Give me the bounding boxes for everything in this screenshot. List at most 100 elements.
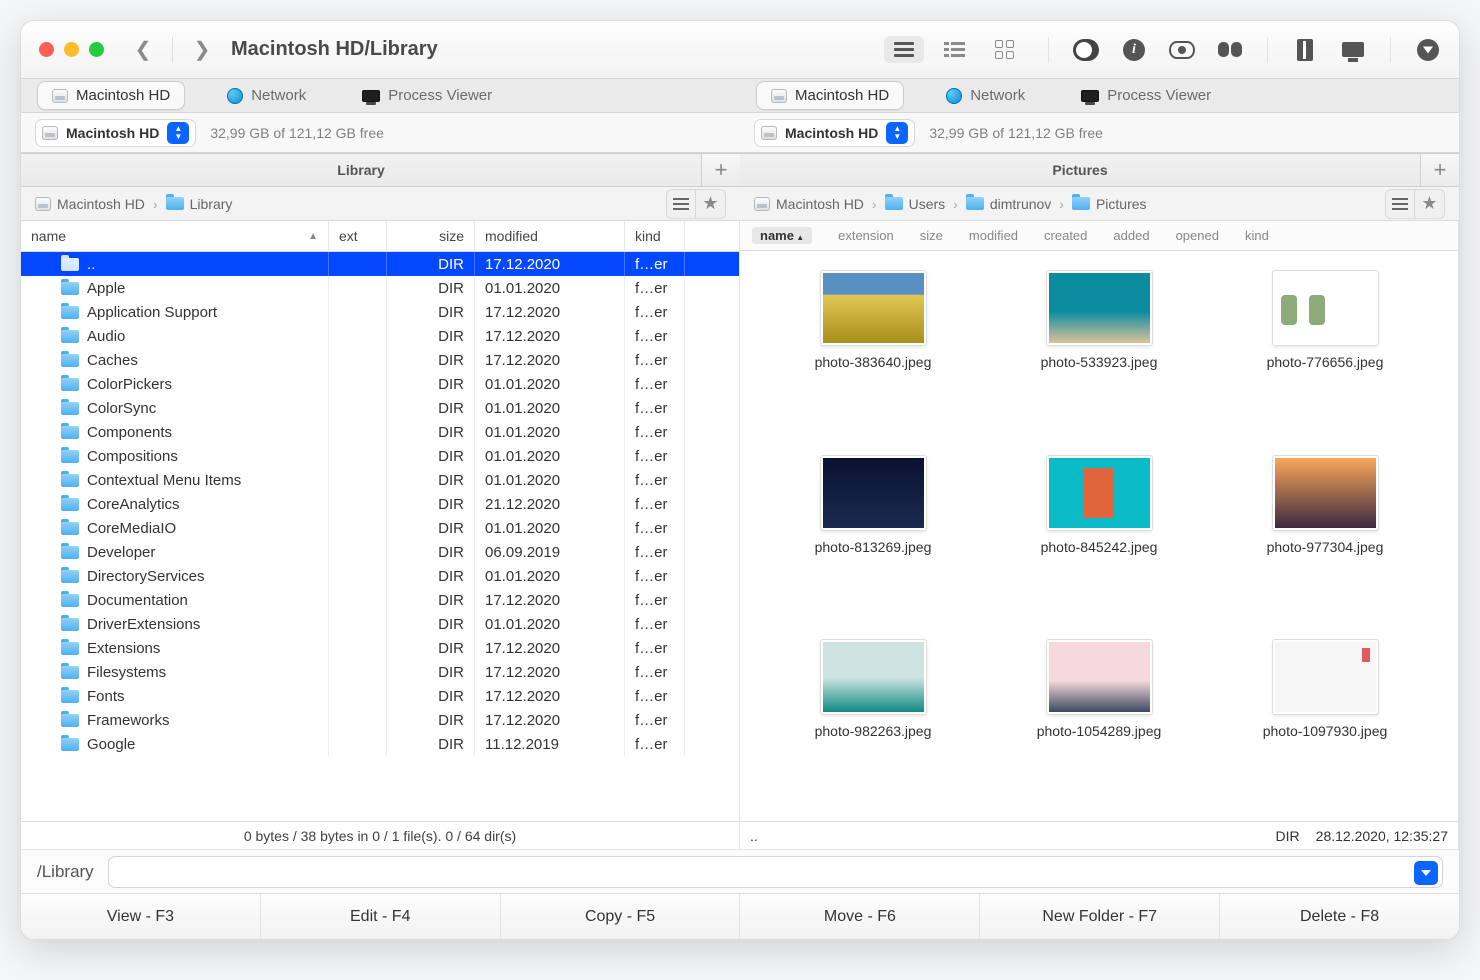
table-row[interactable]: DirectoryServicesDIR01.01.2020f…er: [21, 564, 739, 588]
table-row[interactable]: ColorPickersDIR01.01.2020f…er: [21, 372, 739, 396]
table-row[interactable]: CoreMediaIODIR01.01.2020f…er: [21, 516, 739, 540]
folder-icon: [966, 197, 984, 210]
window: ❮ ❯ Macintosh HD/Library i Macintosh HD: [20, 20, 1460, 940]
table-row[interactable]: GoogleDIR11.12.2019f…er: [21, 732, 739, 756]
nav-back-button[interactable]: ❮: [128, 35, 158, 65]
star-icon: ★: [702, 193, 718, 214]
folder-icon: [61, 618, 79, 631]
thumbnail-item[interactable]: photo-776656.jpeg: [1222, 271, 1428, 432]
th-created[interactable]: created: [1044, 228, 1087, 243]
info-icon[interactable]: i: [1121, 39, 1147, 61]
delete-f8-button[interactable]: Delete - F8: [1220, 894, 1459, 939]
breadcrumb-item[interactable]: Macintosh HD: [754, 196, 864, 212]
view-f3-button[interactable]: View - F3: [21, 894, 261, 939]
right-loc-tab[interactable]: Pictures: [740, 154, 1421, 186]
thumbnail-item[interactable]: photo-982263.jpeg: [770, 640, 976, 801]
maximize-window-button[interactable]: [89, 42, 104, 57]
th-size[interactable]: size: [387, 221, 475, 251]
right-disk-select[interactable]: Macintosh HD ▲▼: [754, 119, 915, 147]
copy-f5-button[interactable]: Copy - F5: [501, 894, 741, 939]
left-tab-network[interactable]: Network: [213, 82, 320, 109]
breadcrumb-item[interactable]: Library: [166, 196, 233, 212]
path-input[interactable]: [108, 856, 1443, 888]
left-disk-select[interactable]: Macintosh HD ▲▼: [35, 119, 196, 147]
path-dropdown-button[interactable]: [1414, 861, 1438, 885]
th-name[interactable]: name▲: [21, 221, 329, 251]
th-opened[interactable]: opened: [1176, 228, 1219, 243]
table-row[interactable]: CompositionsDIR01.01.2020f…er: [21, 444, 739, 468]
left-add-tab-button[interactable]: +: [702, 154, 740, 186]
new-folder-f7-button[interactable]: New Folder - F7: [980, 894, 1220, 939]
table-row[interactable]: FilesystemsDIR17.12.2020f…er: [21, 660, 739, 684]
table-row[interactable]: CoreAnalyticsDIR21.12.2020f…er: [21, 492, 739, 516]
left-tab-macintosh-hd[interactable]: Macintosh HD: [37, 81, 185, 110]
right-tab-process-viewer[interactable]: Process Viewer: [1067, 82, 1225, 109]
thumbnail-item[interactable]: photo-1054289.jpeg: [996, 640, 1202, 801]
view-grid-icon[interactable]: [985, 34, 1024, 65]
table-row[interactable]: DeveloperDIR06.09.2019f…er: [21, 540, 739, 564]
thumbnail-item[interactable]: photo-845242.jpeg: [996, 456, 1202, 617]
network-share-icon[interactable]: [1340, 39, 1366, 61]
thumbnail-label: photo-982263.jpeg: [815, 722, 932, 740]
folder-icon: [61, 642, 79, 655]
th-modified[interactable]: modified: [969, 228, 1018, 243]
thumbnail-grid[interactable]: photo-383640.jpegphoto-533923.jpegphoto-…: [740, 251, 1458, 821]
right-column-header: name ▲ extension size modified created added o…: [740, 221, 1458, 251]
table-row[interactable]: AudioDIR17.12.2020f…er: [21, 324, 739, 348]
th-ext[interactable]: ext: [329, 221, 387, 251]
right-view-toggle-button[interactable]: [1385, 189, 1415, 219]
left-view-toggle-button[interactable]: [666, 189, 696, 219]
right-tab-macintosh-hd[interactable]: Macintosh HD: [756, 81, 904, 110]
thumbnail-item[interactable]: photo-1097930.jpeg: [1222, 640, 1428, 801]
thumbnail-item[interactable]: photo-533923.jpeg: [996, 271, 1202, 432]
edit-f4-button[interactable]: Edit - F4: [261, 894, 501, 939]
thumbnail-item[interactable]: photo-977304.jpeg: [1222, 456, 1428, 617]
th-modified[interactable]: modified: [475, 221, 625, 251]
search-icon[interactable]: [1217, 39, 1243, 61]
th-extension[interactable]: extension: [838, 228, 894, 243]
download-icon[interactable]: [1415, 39, 1441, 61]
table-row[interactable]: ComponentsDIR01.01.2020f…er: [21, 420, 739, 444]
th-kind[interactable]: kind: [1245, 228, 1269, 243]
table-row[interactable]: ColorSyncDIR01.01.2020f…er: [21, 396, 739, 420]
breadcrumb-item[interactable]: Users: [885, 196, 946, 212]
thumbnail-item[interactable]: photo-383640.jpeg: [770, 271, 976, 432]
left-tab-process-viewer[interactable]: Process Viewer: [348, 82, 506, 109]
left-favorite-button[interactable]: ★: [696, 189, 726, 219]
archive-icon[interactable]: [1292, 39, 1318, 61]
left-loc-tab[interactable]: Library: [21, 154, 702, 186]
breadcrumb-item[interactable]: Pictures: [1072, 196, 1147, 212]
close-window-button[interactable]: [39, 42, 54, 57]
nav-forward-button[interactable]: ❯: [187, 35, 217, 65]
table-row[interactable]: FontsDIR17.12.2020f…er: [21, 684, 739, 708]
th-size[interactable]: size: [920, 228, 943, 243]
table-row[interactable]: ..DIR17.12.2020f…er: [21, 252, 739, 276]
hidden-files-toggle[interactable]: [1073, 39, 1099, 61]
thumbnail-label: photo-977304.jpeg: [1267, 538, 1384, 556]
table-row[interactable]: AppleDIR01.01.2020f…er: [21, 276, 739, 300]
th-added[interactable]: added: [1113, 228, 1149, 243]
table-row[interactable]: Contextual Menu ItemsDIR01.01.2020f…er: [21, 468, 739, 492]
view-list-icon[interactable]: [884, 36, 924, 63]
move-f6-button[interactable]: Move - F6: [740, 894, 980, 939]
minimize-window-button[interactable]: [64, 42, 79, 57]
right-favorite-button[interactable]: ★: [1415, 189, 1445, 219]
quicklook-icon[interactable]: [1169, 39, 1195, 61]
breadcrumb-item[interactable]: dimtrunov: [966, 196, 1051, 212]
table-row[interactable]: FrameworksDIR17.12.2020f…er: [21, 708, 739, 732]
panes: name▲ ext size modified kind ..DIR17.12.…: [21, 221, 1459, 849]
thumbnail-item[interactable]: photo-813269.jpeg: [770, 456, 976, 617]
right-add-tab-button[interactable]: +: [1421, 154, 1459, 186]
table-row[interactable]: CachesDIR17.12.2020f…er: [21, 348, 739, 372]
breadcrumb-item[interactable]: Macintosh HD: [35, 196, 145, 212]
th-name[interactable]: name ▲: [752, 227, 812, 244]
table-row[interactable]: ExtensionsDIR17.12.2020f…er: [21, 636, 739, 660]
file-list[interactable]: ..DIR17.12.2020f…erAppleDIR01.01.2020f…e…: [21, 252, 739, 821]
table-row[interactable]: DriverExtensionsDIR01.01.2020f…er: [21, 612, 739, 636]
thumbnail-image: [821, 271, 926, 345]
right-tab-network[interactable]: Network: [932, 82, 1039, 109]
th-kind[interactable]: kind: [625, 221, 685, 251]
table-row[interactable]: Application SupportDIR17.12.2020f…er: [21, 300, 739, 324]
view-columns-icon[interactable]: [934, 36, 975, 63]
table-row[interactable]: DocumentationDIR17.12.2020f…er: [21, 588, 739, 612]
